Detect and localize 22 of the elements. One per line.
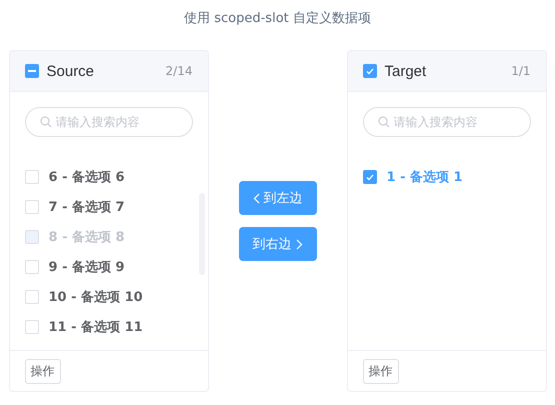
action-button[interactable]: 操作	[362, 358, 398, 384]
checkbox[interactable]	[24, 64, 38, 78]
search-icon	[378, 116, 390, 128]
selection-count: 1/1	[511, 64, 530, 78]
list-item[interactable]: 6 - 备选项 6	[10, 162, 208, 192]
action-button[interactable]: 操作	[24, 358, 60, 384]
check-icon	[366, 174, 374, 180]
chevron-left-icon	[252, 192, 260, 204]
list-item[interactable]: 11 - 备选项 11	[10, 312, 208, 342]
panel-title: Target	[384, 62, 428, 80]
panel-title: Source	[46, 62, 96, 80]
search-field[interactable]: 请输入搜索内容	[362, 107, 530, 137]
search-icon	[40, 116, 52, 128]
list-item[interactable]: 7 - 备选项 7	[10, 192, 208, 222]
chevron-right-icon	[296, 238, 302, 250]
selection-count: 2/14	[166, 64, 192, 78]
checkbox[interactable]	[362, 170, 376, 184]
list-item[interactable]: 10 - 备选项 10	[10, 282, 208, 312]
page-title: 使用 scoped-slot 自定义数据项	[184, 10, 371, 28]
search-field[interactable]: 请输入搜索内容	[24, 107, 192, 137]
list-item[interactable]: 9 - 备选项 9	[10, 252, 208, 282]
checkbox[interactable]	[362, 64, 376, 78]
